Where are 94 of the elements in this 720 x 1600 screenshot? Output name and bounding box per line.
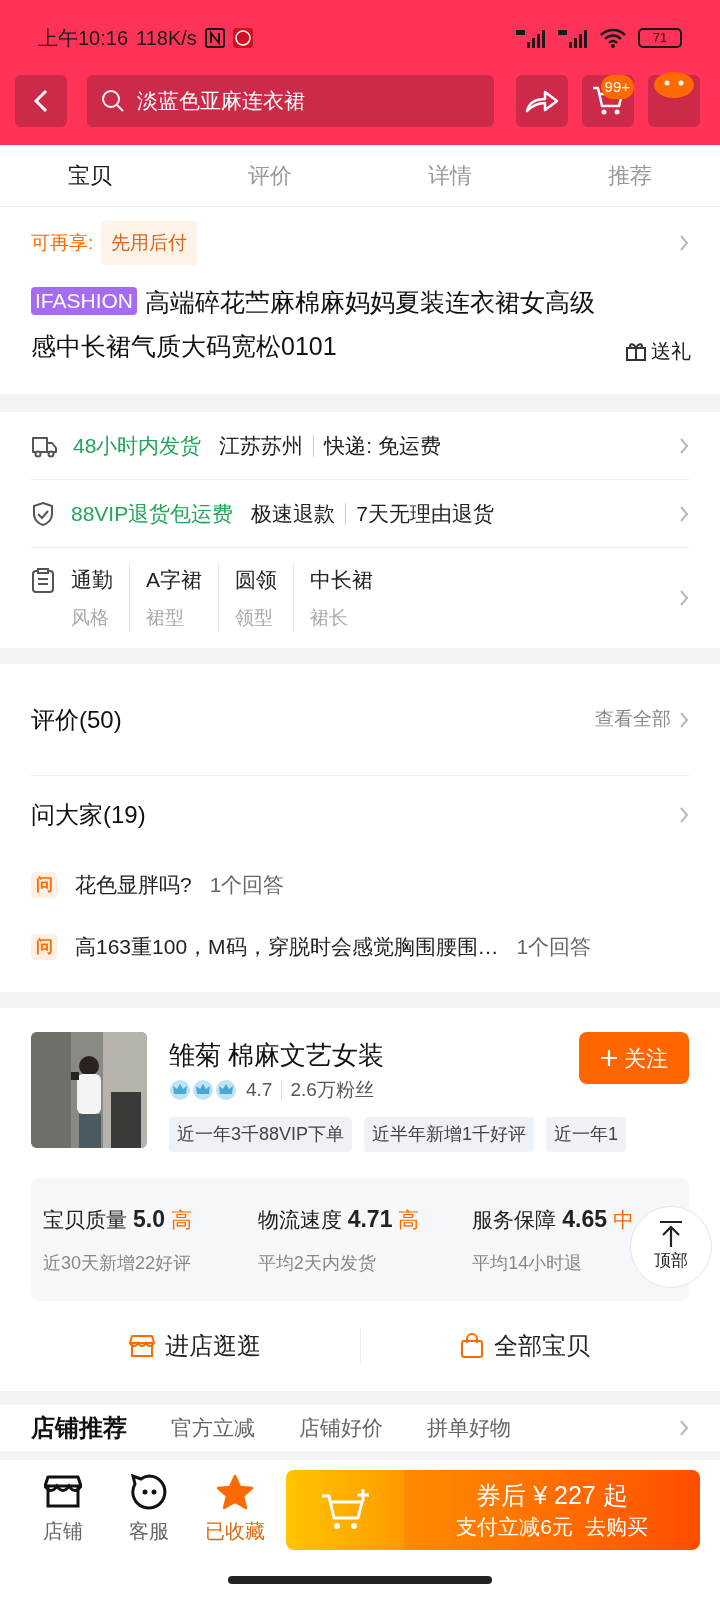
nfc-icon [204,27,225,48]
attribute-value: 圆领 [235,567,277,593]
bottom-nav-item[interactable]: 店铺 [20,1474,106,1546]
chevron-right-icon [679,806,689,824]
chevron-right-icon [679,234,689,252]
recommend-tab[interactable]: 拼单好物 [427,1412,511,1444]
star-icon [216,1474,254,1510]
chevron-right-icon [679,504,689,523]
store-tag: 近一年1 [546,1116,627,1152]
crown-icon [169,1079,191,1102]
crown-icon [215,1079,237,1102]
score-label: 宝贝质量 [43,1206,127,1233]
attribute-value: A字裙 [146,567,202,593]
share-button[interactable] [516,75,568,127]
add-to-cart-icon [320,1488,370,1532]
price-label: 券后 ¥ 227 起 [476,1480,628,1511]
wifi-icon [600,27,626,48]
question-badge: 问 [31,934,57,960]
clipboard-icon [31,568,55,594]
service-highlight: 48小时内发货 [73,432,202,459]
chevron-right-icon [679,436,689,455]
fan-count: 2.6万粉丝 [281,1080,374,1101]
chevron-right-icon [679,589,689,607]
score-value: 5.0 [133,1204,165,1234]
attribute-name: 裙长 [310,605,349,630]
question-text[interactable]: 花色显胖吗? [75,869,192,901]
attribute-name: 风格 [71,605,110,630]
score-label: 服务保障 [472,1206,557,1233]
gift-label[interactable]: 送礼 [651,336,691,366]
attribute-name: 领型 [235,605,274,630]
crown-icon [192,1079,214,1102]
signal-icon [558,27,588,48]
service-text: 极速退款 [251,500,336,527]
search-field[interactable]: 淡蓝色亚麻连衣裙 [87,75,494,127]
promo-label: 支付立减6元 去购买 [456,1514,648,1540]
score-value: 4.71 [347,1204,393,1234]
attribute-value: 中长裙 [310,567,373,593]
see-all-link[interactable]: 查看全部 [595,705,671,734]
plus-icon [600,1049,618,1067]
brand-badge: IFASHION [31,287,138,315]
attribute-value: 通勤 [71,567,113,593]
chevron-right-icon [679,1419,689,1437]
network-speed: 118K/s [136,25,197,51]
smiley-chat-icon [131,1474,167,1510]
store-action-button[interactable]: 进店逛逛 [31,1328,360,1364]
pay-later-tag: 先用后付 [101,220,198,266]
recommend-tab[interactable]: 店铺好价 [299,1412,383,1444]
answer-count: 1个回答 [209,872,285,899]
service-text: 快递: 免运费 [313,434,442,457]
store-tag: 近半年新增1千好评 [364,1116,535,1152]
service-text: 江苏苏州 [219,432,304,459]
store-name: 雏菊 棉麻文艺女装 [169,1039,385,1072]
shop-icon [129,1334,156,1358]
service-text: 7天无理由退货 [345,502,494,525]
pay-later-label: 可再享: [31,230,94,255]
question-badge: 问 [31,872,57,898]
bottom-nav-item[interactable]: 客服 [106,1474,192,1546]
score-note: 近30天新增22好评 [43,1252,192,1275]
score-note: 平均14小时退 [472,1252,583,1275]
signal-icon [516,27,546,48]
gift-icon [625,340,647,362]
reviews-title: 评价(50) [31,704,122,735]
answer-count: 1个回答 [516,934,592,961]
store-rating: 4.7 [246,1078,273,1102]
back-icon [34,89,48,113]
bank-app-icon [232,27,253,48]
cart-count-badge: 99+ [600,75,634,99]
question-text[interactable]: 高163重100，M码，穿脱时会感觉胸围腰围… [75,931,499,963]
score-note: 平均2天内发货 [257,1252,376,1275]
chevron-right-icon [679,710,689,729]
attribute-name: 裙型 [146,605,185,630]
search-icon [101,89,125,113]
store-action-button[interactable]: 全部宝贝 [359,1328,689,1364]
score-label: 物流速度 [257,1206,342,1233]
score-grade: 高 [398,1206,420,1233]
battery-indicator: 71 [638,27,682,48]
store-icon [44,1474,82,1510]
chat-bubble-icon [652,71,696,101]
score-value: 4.65 [562,1204,608,1234]
arrow-up-icon [659,1220,683,1249]
recommend-tab[interactable]: 店铺推荐 [31,1410,127,1446]
score-grade: 高 [171,1206,192,1233]
bottom-nav-item[interactable]: 已收藏 [192,1474,278,1546]
product-title: IFASHION 高端碎花苎麻棉麻妈妈夏装连衣裙女高级感中长裙气质大码宽松0101 [31,286,597,362]
search-text: 淡蓝色亚麻连衣裙 [137,88,305,115]
questions-title: 问大家(19) [31,800,146,830]
tab[interactable]: 宝贝 [0,145,180,206]
back-button[interactable] [15,75,67,127]
recommend-tab[interactable]: 官方立减 [171,1412,255,1444]
status-time: 上午10:16 [38,25,129,51]
service-highlight: 88VIP退货包运费 [71,500,234,527]
shield-check-icon [31,500,55,527]
store-tag: 近一年3千88VIP下单 [169,1116,353,1152]
shopping-bag-icon [459,1333,484,1359]
